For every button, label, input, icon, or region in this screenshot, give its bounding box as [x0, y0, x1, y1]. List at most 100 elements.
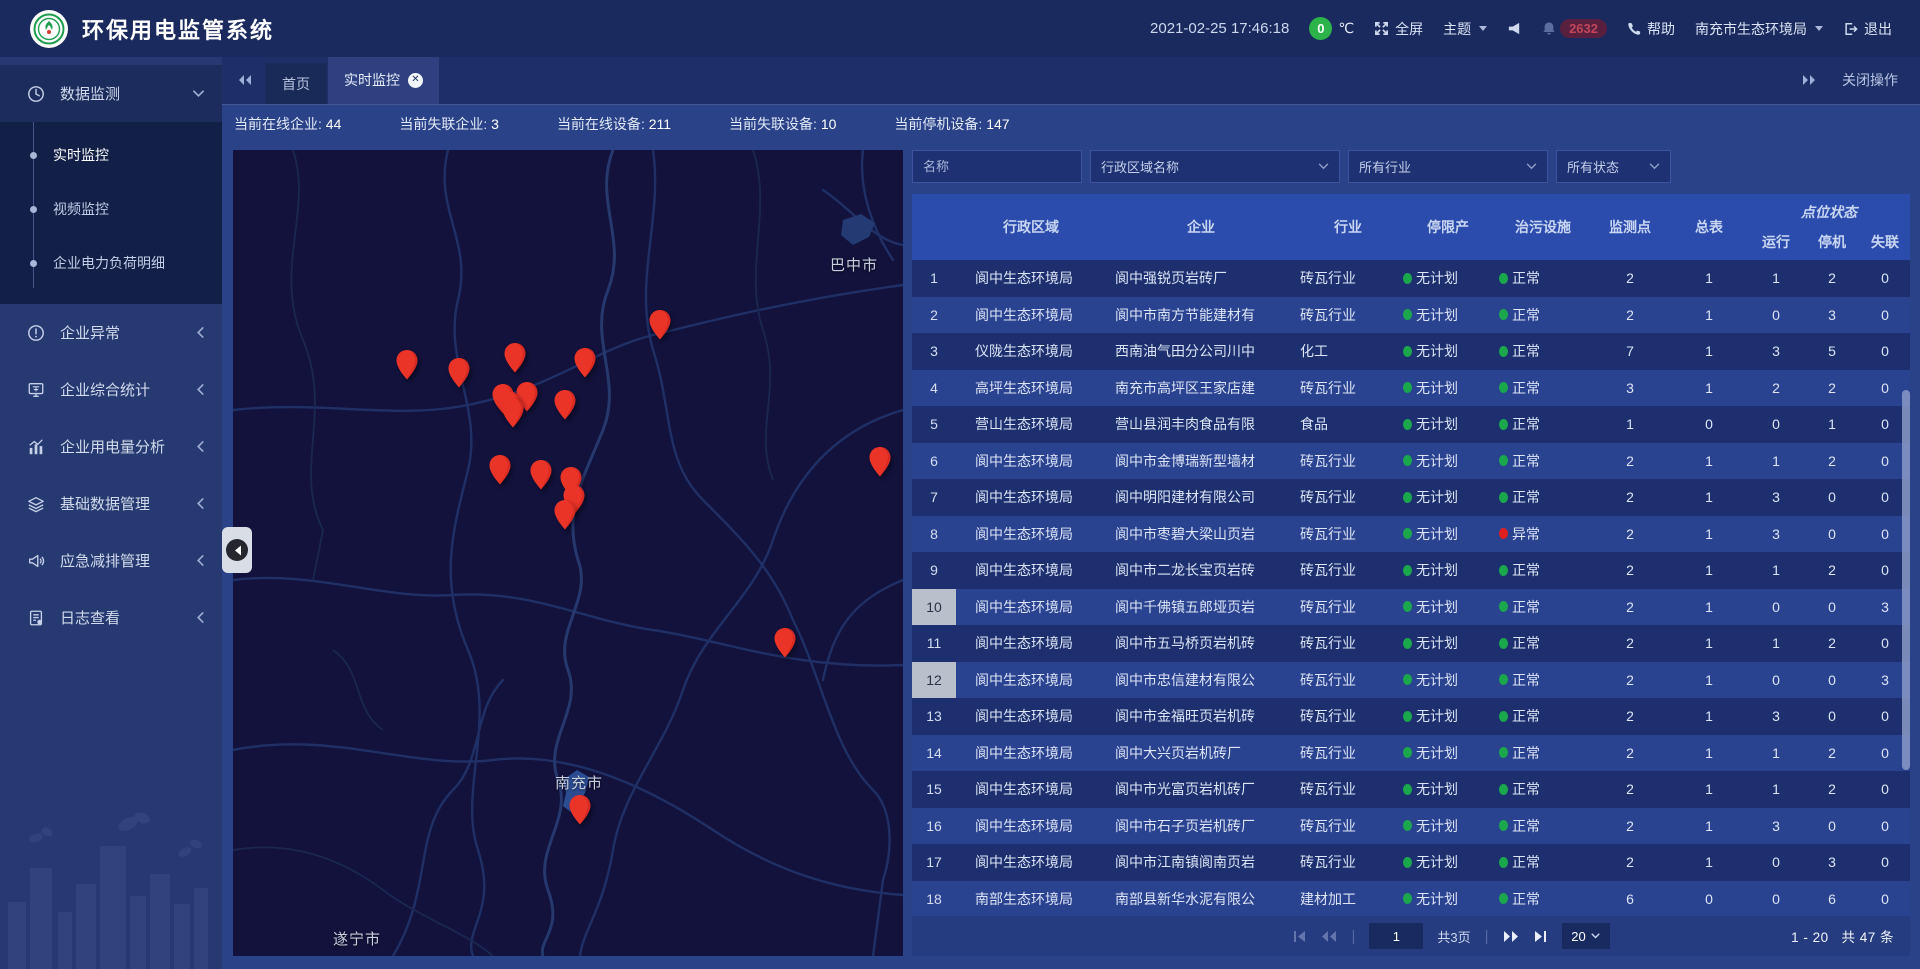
region-filter-select[interactable]: 行政区域名称 — [1090, 150, 1340, 183]
theme-button[interactable]: 主题 — [1443, 19, 1487, 39]
first-page-button[interactable] — [1292, 930, 1307, 943]
sidebar-item[interactable]: 数据监测 — [0, 65, 222, 122]
table-row[interactable]: 1阆中生态环境局阆中强锐页岩砖厂砖瓦行业无计划正常21120 — [912, 260, 1910, 297]
cell-facility-status: 正常 — [1496, 670, 1590, 690]
map-collapse-button[interactable] — [222, 527, 252, 573]
map-marker-pin[interactable] — [529, 459, 553, 491]
prev-page-button[interactable] — [1321, 930, 1337, 943]
cell-meters: 1 — [1670, 380, 1748, 396]
table-row[interactable]: 13阆中生态环境局阆中市金福旺页岩机砖砖瓦行业无计划正常21300 — [912, 698, 1910, 735]
cell-lost: 0 — [1860, 818, 1910, 834]
cell-industry: 砖瓦行业 — [1296, 706, 1400, 726]
table-row[interactable]: 15阆中生态环境局阆中市光富页岩机砖厂砖瓦行业无计划正常21120 — [912, 771, 1910, 808]
table-row[interactable]: 10阆中生态环境局阆中千佛镇五郎垭页岩砖瓦行业无计划正常21003 — [912, 589, 1910, 626]
org-menu-button[interactable]: 南充市生态环境局 — [1695, 19, 1823, 39]
map-canvas[interactable]: 巴中市南充市遂宁市 — [233, 150, 903, 956]
cell-points: 1 — [1590, 416, 1670, 432]
cell-industry: 砖瓦行业 — [1296, 597, 1400, 617]
cell-industry: 砖瓦行业 — [1296, 743, 1400, 763]
cell-region: 阆中生态环境局 — [956, 487, 1106, 507]
cell-points: 2 — [1590, 270, 1670, 286]
map-marker-pin[interactable] — [395, 349, 419, 381]
sidebar-item-label: 企业综合统计 — [60, 379, 196, 400]
industry-filter-select[interactable]: 所有行业 — [1348, 150, 1548, 183]
table-row[interactable]: 11阆中生态环境局阆中市五马桥页岩机砖砖瓦行业无计划正常21120 — [912, 625, 1910, 662]
sidebar-item[interactable]: 应急减排管理 — [0, 532, 222, 589]
table-row[interactable]: 5营山生态环境局营山县润丰肉食品有限食品无计划正常10010 — [912, 406, 1910, 443]
tab-active[interactable]: 实时监控✕ — [328, 56, 439, 104]
last-page-button[interactable] — [1533, 930, 1548, 943]
cell-company: 阆中市五马桥页岩机砖 — [1106, 633, 1296, 653]
map-marker-pin[interactable] — [568, 794, 592, 826]
close-icon[interactable]: ✕ — [408, 73, 423, 88]
table-scrollbar[interactable] — [1902, 390, 1910, 770]
sidebar-item[interactable]: 企业综合统计 — [0, 361, 222, 418]
table-row[interactable]: 4高坪生态环境局南充市高坪区王家店建砖瓦行业无计划正常31220 — [912, 370, 1910, 407]
status-dot-icon — [1403, 346, 1412, 357]
map-marker-pin[interactable] — [553, 389, 577, 421]
close-operations-button[interactable]: 关闭操作 — [1842, 70, 1898, 90]
map-marker-pin[interactable] — [447, 357, 471, 389]
cell-company: 阆中明阳建材有限公司 — [1106, 487, 1296, 507]
pagination-bar: | 共3页 | 20 — [912, 916, 1910, 956]
page-number-input[interactable] — [1369, 923, 1423, 949]
table-row[interactable]: 2阆中生态环境局阆中市南方节能建材有砖瓦行业无计划正常21030 — [912, 297, 1910, 334]
status-dot-icon — [1403, 382, 1412, 393]
tabs-scroll-left-icon[interactable] — [222, 56, 266, 104]
table-row[interactable]: 14阆中生态环境局阆中大兴页岩机砖厂砖瓦行业无计划正常21120 — [912, 735, 1910, 772]
table-row[interactable]: 3仪陇生态环境局西南油气田分公司川中化工无计划正常71350 — [912, 333, 1910, 370]
sidebar-item[interactable]: 企业异常 — [0, 304, 222, 361]
table-row[interactable]: 9阆中生态环境局阆中市二龙长宝页岩砖砖瓦行业无计划正常21120 — [912, 552, 1910, 589]
notifications[interactable]: 2632 — [1542, 19, 1607, 38]
table-row[interactable]: 16阆中生态环境局阆中市石子页岩机砖厂砖瓦行业无计划正常21300 — [912, 808, 1910, 845]
status-dot-icon — [1403, 711, 1412, 722]
map-marker-pin[interactable] — [488, 454, 512, 486]
help-button[interactable]: 帮助 — [1627, 19, 1675, 39]
map-marker-pin[interactable] — [773, 627, 797, 659]
mute-speaker-icon[interactable] — [1507, 21, 1522, 36]
cell-halt: 0 — [1804, 599, 1860, 615]
next-page-button[interactable] — [1503, 930, 1519, 943]
fullscreen-button[interactable]: 全屏 — [1374, 19, 1423, 39]
sidebar-item-label: 企业用电量分析 — [60, 436, 196, 457]
map-marker-pin[interactable] — [501, 397, 525, 429]
cell-points: 2 — [1590, 818, 1670, 834]
map-marker-pin[interactable] — [868, 446, 892, 478]
table-row[interactable]: 7阆中生态环境局阆中明阳建材有限公司砖瓦行业无计划正常21300 — [912, 479, 1910, 516]
row-index: 2 — [912, 297, 956, 334]
table-row[interactable]: 8阆中生态环境局阆中市枣碧大梁山页岩砖瓦行业无计划异常21300 — [912, 516, 1910, 553]
cell-run: 3 — [1748, 526, 1804, 542]
map-marker-pin[interactable] — [648, 309, 672, 341]
cell-halt: 2 — [1804, 562, 1860, 578]
status-filter-select[interactable]: 所有状态 — [1556, 150, 1671, 183]
log-icon — [26, 609, 46, 627]
sidebar-item[interactable]: 日志查看 — [0, 589, 222, 646]
status-dot-icon — [1403, 857, 1412, 868]
table-row[interactable]: 6阆中生态环境局阆中市金博瑞新型墙材砖瓦行业无计划正常21120 — [912, 443, 1910, 480]
table-row[interactable]: 17阆中生态环境局阆中市江南镇阆南页岩砖瓦行业无计划正常21030 — [912, 844, 1910, 881]
table-row[interactable]: 12阆中生态环境局阆中市忠信建材有限公砖瓦行业无计划正常21003 — [912, 662, 1910, 699]
cell-region: 阆中生态环境局 — [956, 524, 1106, 544]
sidebar-item[interactable]: 基础数据管理 — [0, 475, 222, 532]
stat-item: 当前在线企业: 44 — [234, 114, 341, 134]
sidebar-item[interactable]: 企业用电量分析 — [0, 418, 222, 475]
map-marker-pin[interactable] — [553, 499, 577, 531]
cell-facility-status: 正常 — [1496, 816, 1590, 836]
page-size-select[interactable]: 20 — [1562, 923, 1610, 949]
cell-meters: 0 — [1670, 891, 1748, 907]
sidebar-subitem[interactable]: 企业电力负荷明细 — [0, 236, 222, 290]
sidebar-subitem[interactable]: 视频监控 — [0, 182, 222, 236]
stat-value: 147 — [986, 116, 1009, 132]
table-row[interactable]: 18南部生态环境局南部县新华水泥有限公建材加工无计划正常60060 — [912, 881, 1910, 918]
tab-item[interactable]: 首页 — [266, 63, 326, 104]
tabs-scroll-right-icon[interactable] — [1802, 56, 1816, 104]
col-point-status-group: 点位状态 运行 停机 失联 — [1748, 194, 1910, 260]
row-index: 6 — [912, 443, 956, 480]
name-filter-input[interactable] — [912, 150, 1082, 183]
map-panel[interactable]: 巴中市南充市遂宁市 — [233, 150, 903, 956]
cell-facility-status: 正常 — [1496, 451, 1590, 471]
map-marker-pin[interactable] — [573, 347, 597, 379]
map-marker-pin[interactable] — [503, 342, 527, 374]
sidebar-subitem[interactable]: 实时监控 — [0, 128, 222, 182]
logout-button[interactable]: 退出 — [1843, 19, 1892, 39]
